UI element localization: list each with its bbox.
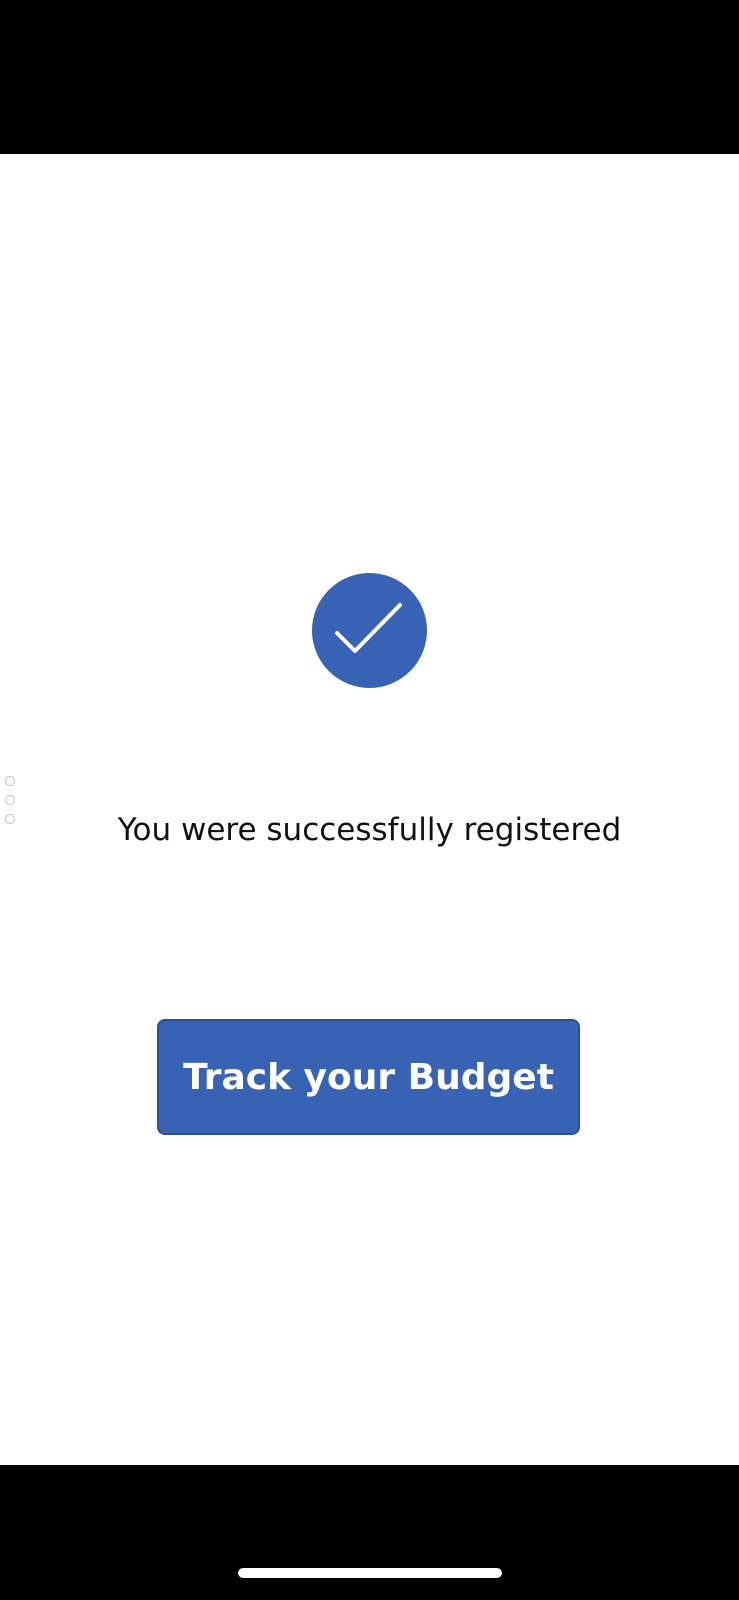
track-budget-button[interactable]: Track your Budget: [157, 1019, 580, 1135]
success-badge: [312, 573, 427, 688]
bottom-system-area: [0, 1465, 739, 1600]
app-screen: You were successfully registered Track y…: [0, 0, 739, 1600]
home-indicator[interactable]: [238, 1568, 502, 1578]
registration-success-view: You were successfully registered Track y…: [0, 154, 739, 1465]
handle-dot-icon: [5, 795, 15, 805]
status-bar-area: [0, 0, 739, 154]
checkmark-icon: [335, 603, 402, 653]
handle-dot-icon: [5, 776, 15, 786]
success-message: You were successfully registered: [117, 812, 622, 848]
